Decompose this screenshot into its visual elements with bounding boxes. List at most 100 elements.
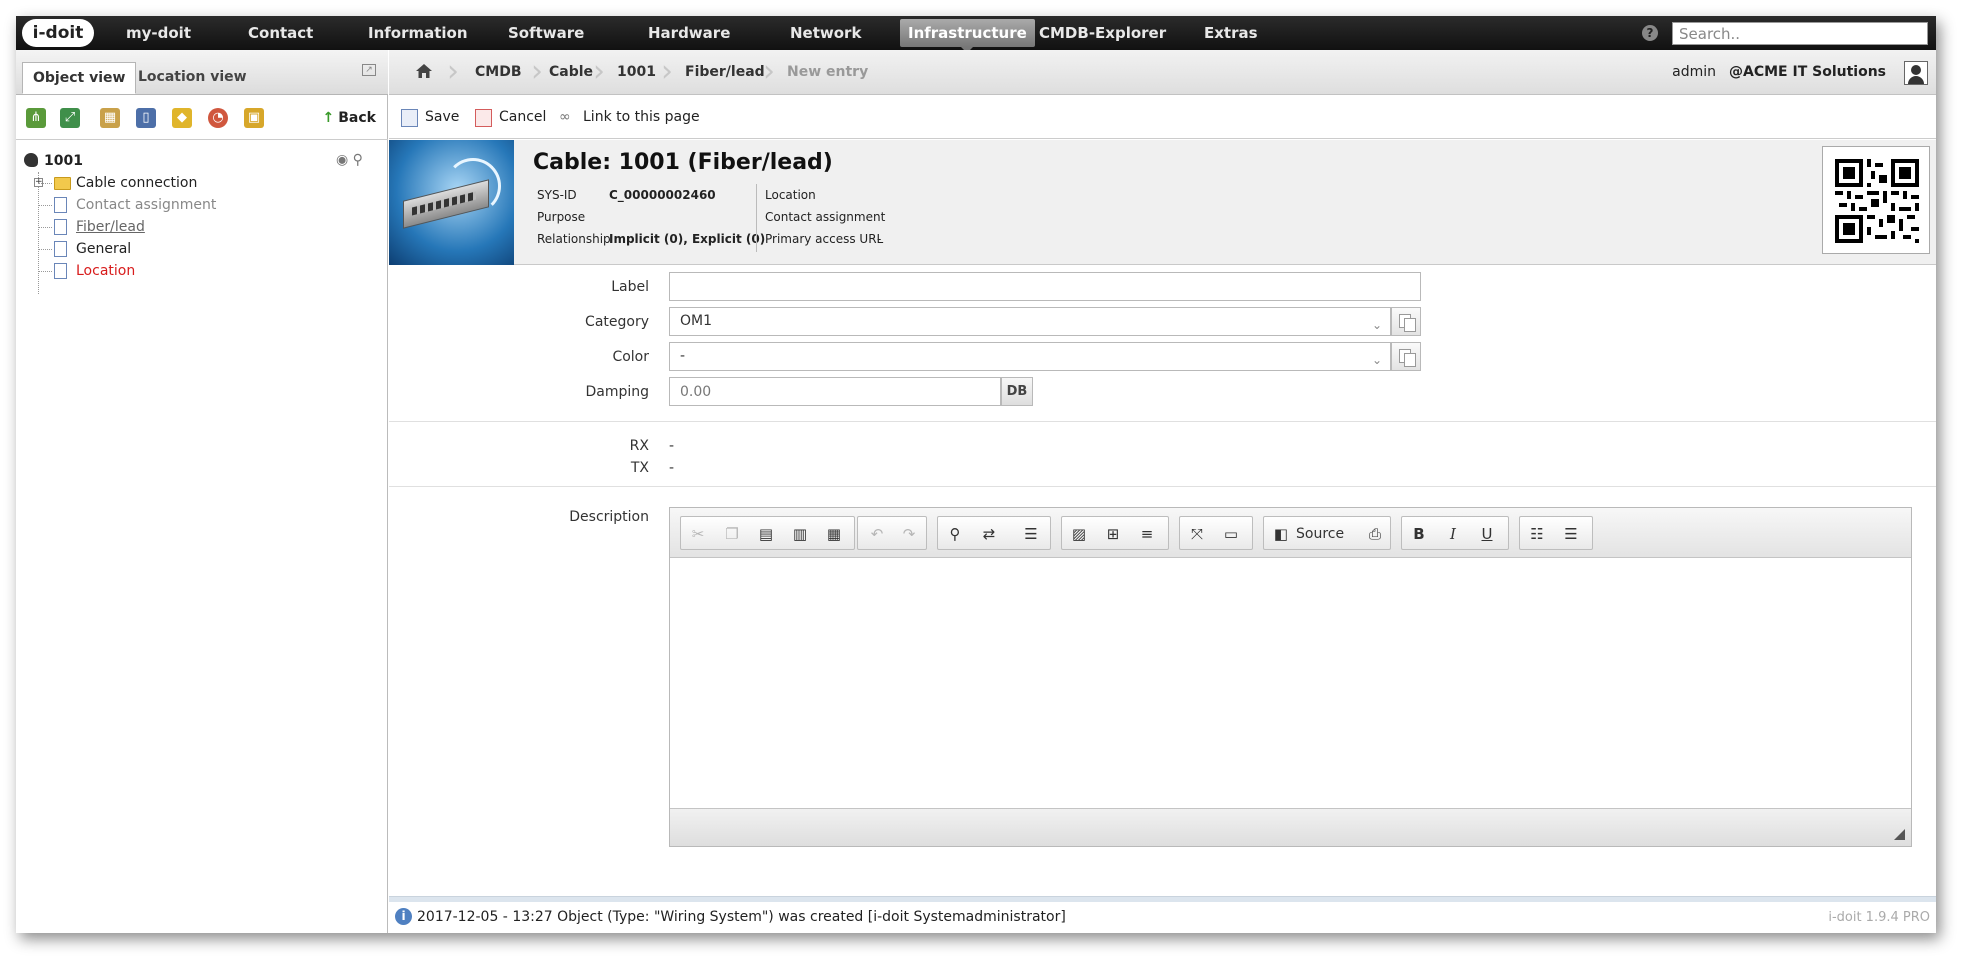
object-title: Cable: 1001 (Fiber/lead) [533,150,833,175]
find-icon[interactable]: ⚲ [946,525,964,543]
idoit-logo[interactable]: i-doit [22,19,94,47]
link-to-page-button[interactable]: ∞ Link to this page [559,96,700,139]
insert-group: ▨ ⊞ ≡ [1061,516,1169,550]
nav-network[interactable]: Network [782,16,869,50]
tree-item-general[interactable]: General [38,238,131,260]
description-textarea[interactable] [670,559,1911,806]
link-label: Link to this page [583,109,700,125]
show-blocks-icon[interactable]: ▭ [1222,525,1240,543]
paste-icon[interactable]: ▤ [757,525,775,543]
bullet-list-icon[interactable]: ☰ [1562,525,1580,543]
list-group: ☷ ☰ [1519,516,1593,550]
purpose-label: Purpose [537,210,586,224]
italic-icon[interactable]: I [1444,525,1462,543]
breadcrumb-cable[interactable]: Cable [549,50,593,95]
numbered-list-icon[interactable]: ☷ [1528,525,1546,543]
history-group: ↶ ↷ [857,516,927,550]
tree-item-label: Location [76,263,136,279]
cut-icon[interactable]: ✂ [689,525,707,543]
damping-unit: DB [1001,377,1033,406]
image-icon[interactable]: ▨ [1070,525,1088,543]
breadcrumb-separator: › [763,54,775,89]
nav-my-doit[interactable]: my-doit [118,16,199,50]
underline-icon[interactable]: U [1478,525,1496,543]
relationship-value[interactable]: Implicit (0), Explicit (0) [609,228,765,250]
book-icon[interactable]: ▯ [136,108,156,128]
color-select[interactable]: - ⌄ [669,342,1391,371]
nav-extras[interactable]: Extras [1196,16,1266,50]
category-select[interactable]: OM1 ⌄ [669,307,1391,336]
logo-text: i-doit [32,23,84,43]
label-field-label: Label [611,279,649,295]
pie-chart-icon[interactable]: ◔ [208,108,228,128]
print-icon[interactable]: ⎙ [1366,525,1384,543]
qr-code[interactable] [1822,146,1930,254]
editor-footer [670,808,1911,846]
nav-infrastructure[interactable]: Infrastructure [900,19,1035,53]
magnifier-icon[interactable]: ⚲ [353,152,363,168]
app-window: i-doit my-doit Contact Information Softw… [16,16,1936,933]
replace-icon[interactable]: ⇄ [980,525,998,543]
maximize-icon[interactable]: ⤧ [1188,525,1206,543]
shield-icon[interactable]: ◆ [172,108,192,128]
editor-toolbar: ✂ ❐ ▤ ▥ ▦ ↶ ↷ ⚲ ⇄ ☰ ▨ ⊞ ≡ ⤧ ▭ ◧ Source ⎙… [670,508,1911,558]
help-icon[interactable]: ? [1642,25,1658,41]
eye-icon[interactable]: ◉ [336,152,348,168]
back-label: Back [338,110,376,126]
copy-icon[interactable]: ❐ [723,525,741,543]
nav-contact[interactable]: Contact [240,16,321,50]
tree-item-location[interactable]: Location [38,260,135,282]
paste-word-icon[interactable]: ▦ [825,525,843,543]
undo-icon[interactable]: ↶ [868,525,886,543]
expand-icon[interactable]: ⤢ [60,108,80,128]
damping-input[interactable] [669,377,1001,406]
object-header: Cable: 1001 (Fiber/lead) SYS-ID C_000000… [389,140,1936,265]
sys-id-value: C_00000002460 [609,188,716,202]
paste-text-icon[interactable]: ▥ [791,525,809,543]
info-icon: i [395,908,412,925]
breadcrumb-cmdb[interactable]: CMDB [475,50,522,95]
nav-information[interactable]: Information [360,16,476,50]
source-icon[interactable]: ◧ [1272,525,1290,543]
tab-location-view[interactable]: Location view [128,62,257,94]
category-copy-button[interactable] [1391,307,1421,336]
home-icon[interactable] [416,64,432,78]
label-input[interactable] [669,272,1421,301]
nav-hardware[interactable]: Hardware [640,16,738,50]
avatar[interactable] [1904,61,1928,85]
user-name[interactable]: admin [1672,50,1716,95]
cancel-button[interactable]: Cancel [475,96,546,139]
color-copy-button[interactable] [1391,342,1421,371]
tenant-name[interactable]: @ACME IT Solutions [1729,50,1886,95]
hierarchy-icon[interactable]: ⋔ [26,108,46,128]
tree-root[interactable]: 1001 [24,150,83,172]
resize-grip-icon[interactable] [1894,829,1905,840]
format-icon[interactable]: ☰ [1022,525,1040,543]
tree-item-label: Cable connection [76,175,198,191]
source-button[interactable]: Source [1296,525,1344,543]
horizontal-line-icon[interactable]: ≡ [1138,525,1156,543]
tree-item-cable-connection[interactable]: + Cable connection [34,172,198,194]
clipboard-group: ✂ ❐ ▤ ▥ ▦ [680,516,855,550]
nav-software[interactable]: Software [500,16,592,50]
tree-item-fiber-lead[interactable]: Fiber/lead [38,216,145,238]
tree-item-contact-assignment[interactable]: Contact assignment [38,194,216,216]
save-button[interactable]: Save [401,96,459,139]
calendar-icon[interactable]: ▦ [100,108,120,128]
rx-value: - [669,438,675,454]
back-button[interactable]: ↑ Back [323,108,376,128]
lock-icon[interactable]: ▣ [244,108,264,128]
breadcrumb-object[interactable]: 1001 [617,50,656,95]
breadcrumb-category[interactable]: Fiber/lead [685,50,765,95]
redo-icon[interactable]: ↷ [900,525,918,543]
popout-icon[interactable]: ↗ [362,64,376,76]
table-icon[interactable]: ⊞ [1104,525,1122,543]
search-input[interactable] [1672,22,1928,45]
save-icon [401,109,418,127]
nav-cmdb-explorer[interactable]: CMDB-Explorer [1031,16,1174,50]
breadcrumb-separator: › [661,54,673,89]
category-field-label: Category [585,314,649,330]
tree-item-label: Fiber/lead [76,219,145,235]
tab-object-view[interactable]: Object view [22,62,137,94]
bold-icon[interactable]: B [1410,525,1428,543]
